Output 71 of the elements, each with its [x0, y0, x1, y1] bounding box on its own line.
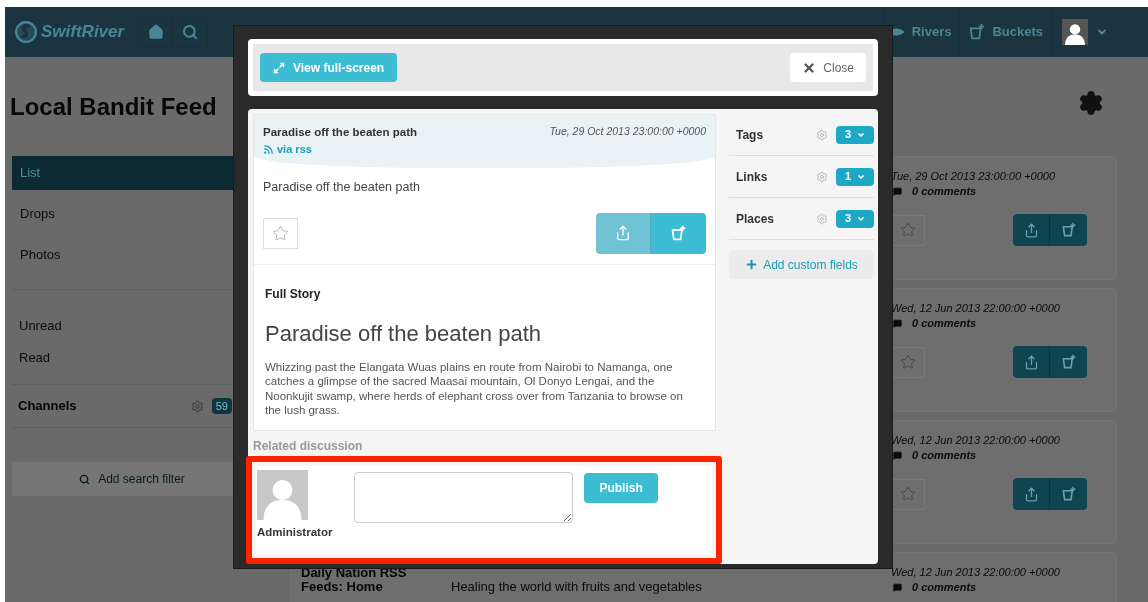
section-heading: Related discussion — [253, 437, 364, 455]
share-button[interactable] — [1013, 214, 1050, 246]
share-icon — [1023, 222, 1039, 238]
meta-label: Links — [736, 168, 769, 186]
expand-icon — [273, 61, 285, 74]
meta-label: Tags — [736, 126, 765, 144]
story-body: Whizzing past the Elangata Wuas plains en route from Nairobi to Namanga, one catches a glimpse of the sacred Maasai mountain, Ol Donyo Lengai, and the Noonkujit swamp, where herds of elephant cross over from Tanzania to browse on the lush grass. — [265, 359, 684, 418]
drop-summary: Paradise off the beaten path — [262, 178, 421, 196]
gear-icon[interactable] — [190, 399, 204, 413]
comment-icon — [893, 583, 902, 592]
count-dropdown[interactable]: 1 — [836, 167, 874, 186]
bucket-icon — [1060, 354, 1077, 370]
share-button[interactable] — [596, 212, 651, 254]
section-heading: Full Story — [265, 285, 322, 303]
meta-label: Places — [736, 210, 776, 228]
caret-icon — [857, 130, 866, 139]
add-to-bucket-button[interactable] — [651, 212, 706, 254]
view-full-screen-button[interactable]: View full-screen — [260, 53, 398, 82]
share-button[interactable] — [1013, 478, 1050, 510]
publish-button[interactable]: Publish — [584, 472, 658, 503]
star-icon — [900, 354, 916, 370]
comment-count[interactable]: 0 comments — [912, 449, 977, 462]
drop-date: Wed, 12 Jun 2013 22:00:00 +0000 — [891, 566, 1061, 579]
count-dropdown[interactable]: 3 — [836, 209, 874, 228]
comment-icon — [893, 451, 902, 460]
plus-icon — [745, 258, 759, 271]
share-icon — [1023, 486, 1039, 502]
bucket-icon — [1060, 222, 1077, 238]
bucket-icon — [670, 224, 687, 242]
add-to-bucket-button[interactable] — [1050, 478, 1087, 510]
bucket-icon — [1060, 486, 1077, 502]
channels-count[interactable]: 59 — [211, 397, 232, 415]
star-icon — [900, 486, 916, 502]
comment-count[interactable]: 0 comments — [912, 581, 977, 594]
search-icon — [79, 473, 91, 485]
avatar — [1062, 19, 1088, 45]
close-icon — [802, 60, 817, 75]
share-icon — [1023, 354, 1039, 370]
caret-icon — [857, 172, 866, 181]
via-rss-link[interactable]: via rss — [263, 141, 417, 158]
comment-icon — [893, 187, 902, 196]
count-dropdown[interactable]: 3 — [836, 125, 874, 144]
home-icon — [147, 24, 164, 40]
page-title: Local Bandit Feed — [10, 91, 217, 122]
logo-icon — [15, 21, 37, 43]
comment-count[interactable]: 0 comments — [912, 185, 977, 198]
comment-icon — [893, 319, 902, 328]
star-icon — [900, 222, 916, 238]
add-to-bucket-button[interactable] — [1050, 214, 1087, 246]
star-icon — [272, 224, 289, 242]
caret-icon — [857, 214, 866, 223]
share-icon — [615, 225, 631, 241]
logo-text[interactable]: SwiftRiver — [41, 19, 125, 45]
bucket-icon — [968, 23, 987, 41]
comment-field[interactable] — [354, 471, 574, 523]
story-headline: Paradise off the beaten path — [265, 319, 543, 348]
add-to-bucket-button[interactable] — [1050, 346, 1087, 378]
share-button[interactable] — [1013, 346, 1050, 378]
settings-icon[interactable] — [1078, 89, 1104, 116]
drop-date: Tue, 29 Oct 2013 23:00:00 +0000 — [891, 170, 1056, 183]
search-icon — [182, 24, 199, 40]
add-custom-fields-button[interactable]: Add custom fields — [729, 250, 874, 279]
drop-text[interactable]: Healing the world with fruits and vegetables — [451, 579, 702, 602]
drop-title[interactable]: Paradise off the beaten path — [263, 124, 417, 142]
user-name: Administrator — [257, 524, 333, 540]
comment-count[interactable]: 0 comments — [912, 317, 977, 330]
close-button[interactable]: Close — [790, 53, 866, 82]
channels-heading: Channels — [18, 397, 78, 416]
drop-date: Tue, 29 Oct 2013 23:00:00 +0000 — [549, 124, 706, 139]
nav-link[interactable]: Buckets — [959, 7, 1051, 57]
rss-icon — [263, 144, 274, 155]
